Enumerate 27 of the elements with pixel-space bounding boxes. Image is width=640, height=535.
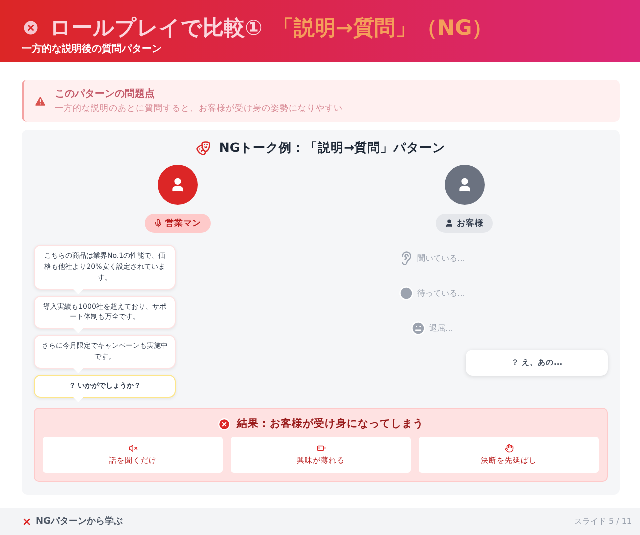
salesperson-avatar (158, 165, 198, 205)
customer-state: 待っている... (418, 288, 466, 299)
masks-icon (196, 141, 212, 156)
salesperson-label: 営業マン (144, 214, 210, 233)
neutral-face-icon (410, 321, 426, 336)
error-icon (218, 418, 231, 430)
result-title: 結果：お客様が受け身になってしまう (237, 417, 424, 431)
mute-icon (128, 444, 138, 453)
person-icon (445, 219, 454, 228)
alert-title: このパターンの問題点 (55, 88, 156, 101)
slide-subtitle: 一方的な説明後の質問パターン (22, 42, 163, 56)
close-icon (22, 19, 40, 37)
warning-icon (34, 94, 47, 108)
slide-title-highlight: 「説明→質問」（NG） (272, 15, 494, 42)
cross-icon (22, 516, 32, 526)
page-number: スライド 5 / 11 (574, 516, 632, 527)
panel-title: NGトーク例：「説明→質問」パターン (219, 140, 446, 157)
footer-label: NGパターンから学ぶ (36, 516, 123, 528)
hand-icon (504, 444, 514, 453)
alert-text: 一方的な説明のあとに質問すると、お客様が受け身の姿勢になりやすい (55, 103, 343, 115)
customer-avatar (444, 165, 484, 205)
customer-state: 聞いている... (418, 253, 466, 264)
slide-title: ロールプレイで比較① (50, 15, 263, 42)
customer-label: お客様 (436, 214, 493, 233)
battery-icon (316, 444, 326, 453)
customer-state: 退屈... (430, 323, 454, 334)
microphone-icon (154, 219, 162, 228)
